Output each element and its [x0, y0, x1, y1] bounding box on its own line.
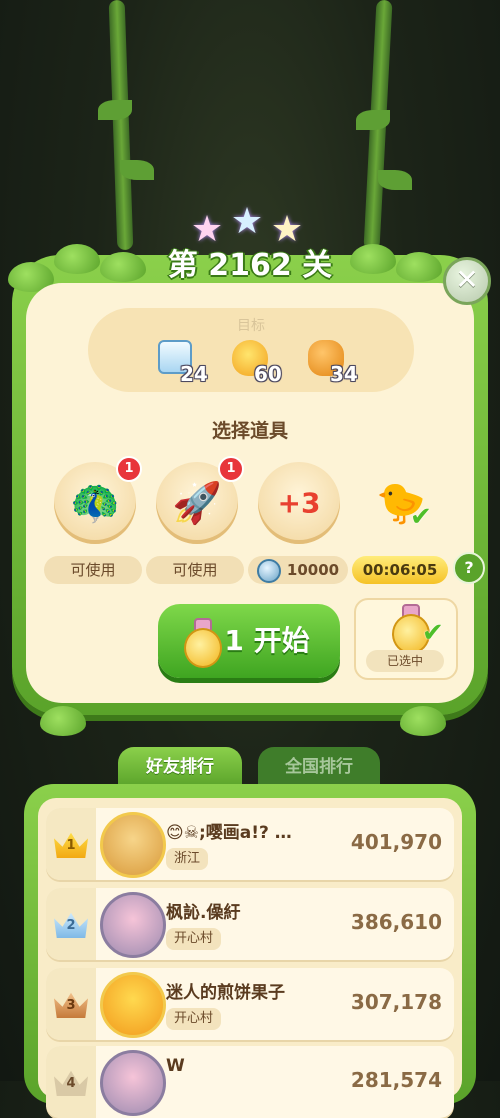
booster-bird-pair[interactable]: 🐤 ✔ — [360, 462, 442, 544]
goal-item: 34 — [308, 336, 388, 388]
star-icon: ★ — [230, 201, 264, 242]
tab-friends-ranking[interactable]: 好友排行 — [118, 747, 242, 787]
booster-timer: 00:06:05 — [352, 556, 448, 584]
player-region: 开心村 — [166, 928, 222, 950]
coin-icon — [256, 558, 281, 583]
player-region: 开心村 — [166, 1008, 222, 1030]
booster-count-badge: 1 — [116, 456, 142, 482]
check-icon: ✔ — [422, 618, 444, 648]
potion-icon — [178, 616, 222, 668]
leaderboard-row[interactable]: 1 😊☠;嘤画a!? … 浙江 401,970 — [46, 808, 454, 880]
bronze-crown-icon: 3 — [54, 992, 88, 1018]
level-stars: ★ ★ ★ — [190, 201, 310, 248]
leaf-decoration — [396, 252, 442, 282]
goal-item: 60 — [232, 336, 312, 388]
plus-three-moves-icon: +3 — [277, 486, 321, 520]
tab-national-ranking[interactable]: 全国排行 — [258, 747, 380, 787]
player-name: 枫訫.僺紆 — [166, 903, 241, 923]
check-icon: ✔ — [410, 502, 432, 532]
help-button[interactable]: ? — [453, 552, 485, 584]
vine-leaf — [98, 100, 132, 120]
leaf-decoration — [100, 252, 146, 282]
vine-leaf — [120, 160, 154, 180]
booster-section-title: 选择道具 — [211, 420, 288, 442]
rank-cell: 2 — [46, 888, 96, 960]
goal-count: 60 — [254, 362, 282, 386]
player-score: 307,178 — [350, 990, 442, 1014]
leaf-decoration — [350, 244, 396, 274]
crown-icon: 4 — [54, 1070, 88, 1096]
close-button[interactable]: ✕ — [443, 257, 491, 305]
booster-rainbow-bird[interactable]: 🦚 1 — [54, 456, 142, 544]
goal-box: 目标 24 60 34 — [88, 308, 414, 392]
avatar — [100, 1050, 166, 1116]
left-vine — [108, 0, 134, 251]
silver-crown-icon: 2 — [54, 912, 88, 938]
booster-plus-three-moves[interactable]: +3 — [258, 462, 340, 544]
booster-price-value: 10000 — [286, 561, 340, 579]
booster-status-label: 可使用 — [44, 556, 142, 584]
goal-count: 34 — [330, 362, 358, 386]
start-button-label: 1 开始 — [224, 624, 310, 657]
leaf-decoration — [54, 244, 100, 274]
avatar — [100, 892, 166, 958]
leaderboard-row[interactable]: 2 枫訫.僺紆 开心村 386,610 — [46, 888, 454, 960]
goal-count: 24 — [180, 362, 208, 386]
player-region: 浙江 — [166, 848, 209, 870]
rank-cell: 1 — [46, 808, 96, 880]
selected-label: 已选中 — [366, 650, 444, 672]
leaderboard-row[interactable]: 3 迷人的煎饼果子 开心村 307,178 — [46, 968, 454, 1040]
player-score: 401,970 — [350, 830, 442, 854]
avatar — [100, 812, 166, 878]
avatar — [100, 972, 166, 1038]
booster-price: 10000 — [248, 556, 348, 584]
gold-crown-icon: 1 — [54, 832, 88, 858]
goal-item: 24 — [158, 336, 238, 388]
booster-firework-rocket[interactable]: 🚀 1 — [156, 456, 244, 544]
rank-cell: 3 — [46, 968, 96, 1040]
goal-label: 目标 — [237, 318, 265, 334]
player-name: 😊☠;嘤画a!? … — [166, 823, 292, 843]
player-score: 281,574 — [350, 1068, 442, 1092]
booster-status-label: 可使用 — [146, 556, 244, 584]
level-title: 第 2162 关 — [167, 248, 333, 283]
vine-leaf — [378, 170, 412, 190]
vine-leaf — [356, 110, 390, 130]
player-name: 迷人的煎饼果子 — [166, 983, 285, 1003]
leaf-decoration — [40, 706, 86, 736]
leaderboard-row[interactable]: 4 W 281,574 — [46, 1046, 454, 1118]
rainbow-bird-icon: 🦚 — [70, 480, 120, 527]
player-score: 386,610 — [350, 910, 442, 934]
booster-count-badge: 1 — [218, 456, 244, 482]
selected-item-card[interactable]: ✔ 已选中 — [354, 598, 458, 680]
leaf-decoration — [400, 706, 446, 736]
firework-rocket-icon: 🚀 — [172, 480, 222, 527]
rank-cell: 4 — [46, 1046, 96, 1118]
player-name: W — [166, 1056, 185, 1076]
